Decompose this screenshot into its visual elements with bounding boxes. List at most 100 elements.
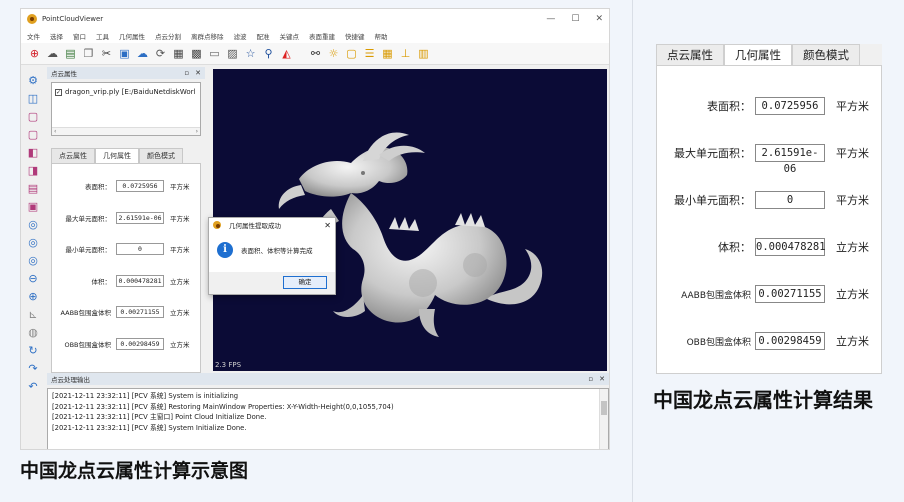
app-title: PointCloudViewer	[42, 15, 104, 23]
search-icon[interactable]: ⚲	[261, 46, 276, 61]
document-icon[interactable]: ▭	[207, 46, 222, 61]
min-cell-area-field[interactable]: 0	[116, 243, 164, 256]
close-console-icon[interactable]: ✕	[599, 375, 605, 383]
min-cell-area-row: 最小单元面积： 0 平方米	[52, 241, 200, 257]
redo-icon[interactable]: ↷	[26, 361, 40, 375]
field-label: OBB包围盒体积	[64, 340, 111, 349]
menu-segmentation[interactable]: 点云分割	[155, 31, 181, 41]
app-logo-icon	[27, 14, 37, 24]
file-checkbox[interactable]: ✓	[55, 88, 62, 96]
cube-top-icon[interactable]: ▤	[26, 181, 40, 195]
dialog-close-icon[interactable]: ✕	[324, 221, 331, 230]
menu-geometry[interactable]: 几何属性	[119, 31, 145, 41]
zoom-in-icon[interactable]: ⊕	[26, 289, 40, 303]
log-box[interactable]: [2021-12-11 23:32:11] [PCV 系统] System is…	[47, 388, 609, 449]
axes-icon[interactable]: ⊾	[26, 307, 40, 321]
vertical-scrollbar[interactable]	[599, 389, 608, 449]
console-header: 点云处理输出 ▫ ✕	[47, 373, 609, 385]
close-window-button[interactable]: ✕	[595, 14, 603, 24]
sun-icon[interactable]: ☼	[326, 46, 341, 61]
layers-icon[interactable]: ▤	[63, 46, 78, 61]
max-cell-area-row: 最大单元面积： 2.61591e-06 平方米	[657, 143, 881, 175]
save-icon[interactable]: ▩	[189, 46, 204, 61]
obb-volume-field[interactable]: 0.00298459	[755, 332, 825, 350]
minimize-button[interactable]: —	[546, 14, 555, 24]
tab-geometry-properties[interactable]: 几何属性	[95, 148, 139, 163]
cube-right-icon[interactable]: ◨	[26, 163, 40, 177]
settings-icon[interactable]: ⚙	[26, 73, 40, 87]
rotate-icon[interactable]: ⟳	[153, 46, 168, 61]
menu-outlier-removal[interactable]: 离群点移除	[191, 31, 224, 41]
unit-label: 立方米	[836, 335, 869, 348]
cloud-download-icon[interactable]: ☁	[135, 46, 150, 61]
max-cell-area-field[interactable]: 2.61591e-06	[755, 144, 825, 175]
tab-geometry-properties[interactable]: 几何属性	[724, 44, 792, 65]
dialog-title-bar: 几何属性提取成功 ✕	[209, 218, 335, 232]
cloud-icon[interactable]: ☁	[45, 46, 60, 61]
log-line: [2021-12-11 23:32:11] [PCV 系统] Restoring…	[52, 402, 394, 411]
ok-button[interactable]: 确定	[283, 276, 327, 289]
volume-field[interactable]: 0.000478281	[116, 274, 164, 287]
menu-filter[interactable]: 滤波	[234, 31, 247, 41]
menu-help[interactable]: 帮助	[375, 31, 388, 41]
aabb-volume-field[interactable]: 0.00271155	[755, 285, 825, 303]
rotate-y-icon[interactable]: ◎	[26, 235, 40, 249]
min-cell-area-field[interactable]: 0	[755, 191, 825, 209]
tab-cloud-properties[interactable]: 点云属性	[51, 148, 95, 163]
color-fill-icon[interactable]: ◭	[279, 46, 294, 61]
add-icon[interactable]: ⊕	[27, 46, 42, 61]
menu-shortcuts[interactable]: 快捷键	[345, 31, 365, 41]
cut-icon[interactable]: ✂	[99, 46, 114, 61]
float-dock-icon[interactable]: ▫	[184, 69, 189, 77]
cube-bottom-icon[interactable]: ▣	[26, 199, 40, 213]
float-console-icon[interactable]: ▫	[588, 375, 593, 383]
menu-tools[interactable]: 工具	[96, 31, 109, 41]
bar-chart-icon[interactable]: ▥	[416, 46, 431, 61]
cube-back-icon[interactable]: ▢	[26, 127, 40, 141]
dock-title: 点云属性	[51, 70, 77, 78]
file-list-item[interactable]: ✓ dragon_vrip.ply [E:/BaiduNetdiskWorl	[52, 83, 200, 101]
surface-area-field[interactable]: 0.0725956	[116, 180, 164, 192]
menu-surface-reconstruction[interactable]: 表面重建	[309, 31, 335, 41]
cube-left-icon[interactable]: ◧	[26, 145, 40, 159]
menu-select[interactable]: 选择	[50, 31, 63, 41]
maximize-button[interactable]: ☐	[571, 14, 579, 24]
cube-front-icon[interactable]: ▢	[26, 109, 40, 123]
surface-area-field[interactable]: 0.0725956	[755, 97, 825, 115]
picture-icon[interactable]: ▨	[225, 46, 240, 61]
max-cell-area-field[interactable]: 2.61591e-06	[116, 211, 164, 224]
align-icon[interactable]: ☰	[362, 46, 377, 61]
star-icon[interactable]: ☆	[243, 46, 258, 61]
tab-cloud-properties[interactable]: 点云属性	[656, 44, 724, 65]
file-name: dragon_vrip.ply [E:/BaiduNetdiskWorl	[65, 88, 196, 96]
obb-volume-field[interactable]: 0.00298459	[116, 337, 164, 350]
rotate-z-icon[interactable]: ◎	[26, 253, 40, 267]
export-image-icon[interactable]: ▦	[171, 46, 186, 61]
menu-registration[interactable]: 配准	[257, 31, 270, 41]
tab-color-mode[interactable]: 颜色模式	[139, 148, 183, 163]
paste-icon[interactable]: ▣	[117, 46, 132, 61]
scroll-left-icon[interactable]: ‹	[54, 128, 56, 135]
copy-icon[interactable]: ❐	[81, 46, 96, 61]
close-dock-icon[interactable]: ✕	[195, 69, 201, 77]
refresh-icon[interactable]: ↻	[26, 343, 40, 357]
view-3d-icon[interactable]: ◫	[26, 91, 40, 105]
field-label: 最小单元面积：	[674, 194, 751, 207]
menu-file[interactable]: 文件	[27, 31, 40, 41]
aabb-volume-field[interactable]: 0.00271155	[116, 306, 164, 319]
horizontal-scrollbar[interactable]: ‹ ›	[52, 127, 200, 135]
zoom-out-icon[interactable]: ⊖	[26, 271, 40, 285]
menu-window[interactable]: 窗口	[73, 31, 86, 41]
select-box-icon[interactable]: ▢	[344, 46, 359, 61]
axis-icon[interactable]: ⊥	[398, 46, 413, 61]
undo-icon[interactable]: ↶	[26, 379, 40, 393]
volume-field[interactable]: 0.000478281	[755, 238, 826, 256]
field-label: 最大单元面积：	[674, 147, 751, 160]
tab-color-mode[interactable]: 颜色模式	[792, 44, 860, 65]
globe-icon[interactable]: ◍	[26, 325, 40, 339]
grid-icon[interactable]: ▦	[380, 46, 395, 61]
menu-keypoints[interactable]: 关键点	[280, 31, 300, 41]
scroll-right-icon[interactable]: ›	[196, 128, 198, 135]
rotate-x-icon[interactable]: ◎	[26, 217, 40, 231]
link-icon[interactable]: ⚯	[308, 46, 323, 61]
